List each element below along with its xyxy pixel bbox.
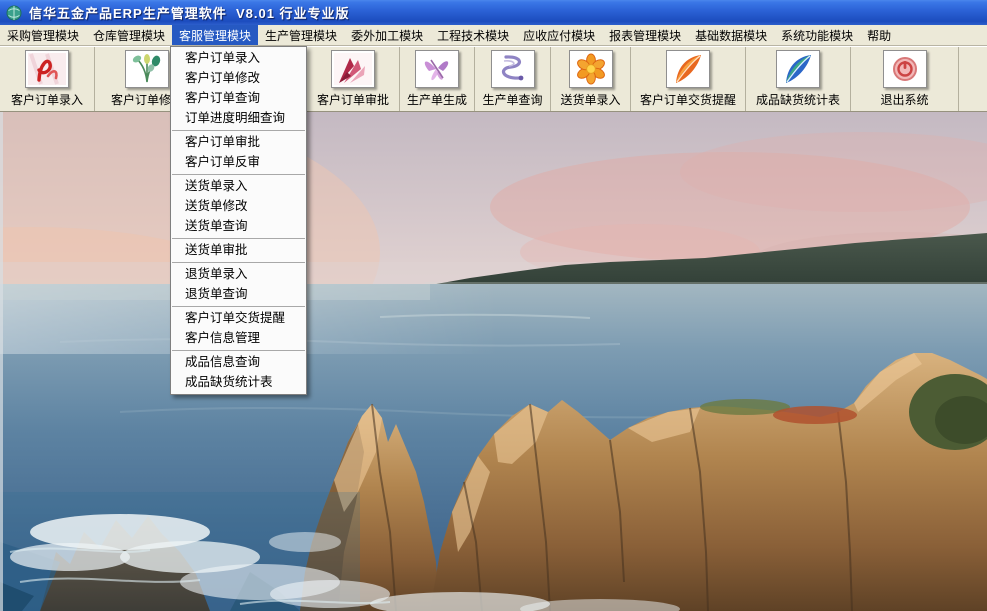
butterfly-icon [415, 50, 459, 88]
dropdown-item[interactable]: 退货单查询 [171, 284, 306, 304]
toolbar-button-label: 成品缺货统计表 [756, 91, 840, 108]
menu-separator [172, 262, 305, 263]
dropdown-item[interactable]: 客户订单查询 [171, 88, 306, 108]
menu-base-data-module[interactable]: 基础数据模块 [688, 25, 774, 45]
toolbar-button-production-order-generate[interactable]: 生产单生成 [400, 47, 475, 111]
toolbar-filler [959, 47, 986, 111]
globe-icon [6, 5, 22, 21]
dropdown-item[interactable]: 送货单修改 [171, 196, 306, 216]
dropdown-item[interactable]: 送货单查询 [171, 216, 306, 236]
titlebar: 信华五金产品ERP生产管理软件 V8.01 行业专业版 [0, 0, 987, 25]
dropdown-item[interactable]: 客户订单录入 [171, 48, 306, 68]
dropdown-item[interactable]: 订单进度明细查询 [171, 108, 306, 128]
menu-customer-service-module[interactable]: 客服管理模块 [172, 25, 258, 45]
window-title: 信华五金产品ERP生产管理软件 V8.01 行业专业版 [29, 3, 350, 22]
dropdown-item[interactable]: 客户订单交货提醒 [171, 308, 306, 328]
dropdown-item[interactable]: 客户订单审批 [171, 132, 306, 152]
toolbar-button-label: 生产单生成 [407, 91, 467, 108]
dropdown-item[interactable]: 成品缺货统计表 [171, 372, 306, 392]
dropdown-menu: 客户订单录入客户订单修改客户订单查询订单进度明细查询客户订单审批客户订单反审送货… [170, 46, 307, 395]
toolbar-button-delivery-note-entry[interactable]: 送货单录入 [551, 47, 631, 111]
toolbar-button-label: 退出系统 [880, 91, 928, 108]
menu-separator [172, 238, 305, 239]
dropdown-item[interactable]: 客户订单修改 [171, 68, 306, 88]
menu-separator [172, 306, 305, 307]
red-arrows-icon [331, 50, 375, 88]
toolbar: 客户订单录入客户订单修改客户订单审批生产单生成生产单查询送货单录入客户订单交货提… [0, 46, 987, 112]
dropdown-item[interactable]: 客户信息管理 [171, 328, 306, 348]
menu-receivables-payables-module[interactable]: 应收应付模块 [516, 25, 602, 45]
toolbar-button-customer-order-entry[interactable]: 客户订单录入 [0, 47, 95, 111]
menu-separator [172, 350, 305, 351]
menu-warehouse-module[interactable]: 仓库管理模块 [86, 25, 172, 45]
toolbar-button-exit-system[interactable]: 退出系统 [851, 47, 959, 111]
orange-flower-icon [569, 50, 613, 88]
toolbar-button-label: 生产单查询 [482, 91, 542, 108]
toolbar-button-label: 客户订单审批 [317, 91, 389, 108]
menu-reports-module[interactable]: 报表管理模块 [602, 25, 688, 45]
menu-help[interactable]: 帮助 [860, 25, 898, 45]
menu-system-module[interactable]: 系统功能模块 [774, 25, 860, 45]
menu-production-module[interactable]: 生产管理模块 [258, 25, 344, 45]
toolbar-button-label: 客户订单录入 [11, 91, 83, 108]
red-swirl-icon [25, 50, 69, 88]
dropdown-item[interactable]: 成品信息查询 [171, 352, 306, 372]
ocean-photo [0, 112, 987, 611]
orange-feather-icon [666, 50, 710, 88]
menu-purchase-module[interactable]: 采购管理模块 [0, 25, 86, 45]
toolbar-button-customer-order-delivery-reminder[interactable]: 客户订单交货提醒 [631, 47, 746, 111]
purple-ribbon-icon [491, 50, 535, 88]
menu-outsourcing-module[interactable]: 委外加工模块 [344, 25, 430, 45]
menu-separator [172, 174, 305, 175]
dropdown-item[interactable]: 送货单录入 [171, 176, 306, 196]
menu-separator [172, 130, 305, 131]
dropdown-item[interactable]: 退货单录入 [171, 264, 306, 284]
dropdown-item[interactable]: 送货单审批 [171, 240, 306, 260]
menu-engineering-module[interactable]: 工程技术模块 [430, 25, 516, 45]
toolbar-button-label: 客户订单交货提醒 [640, 91, 736, 108]
power-icon [883, 50, 927, 88]
toolbar-button-production-order-query[interactable]: 生产单查询 [475, 47, 551, 111]
menubar: 采购管理模块仓库管理模块客服管理模块生产管理模块委外加工模块工程技术模块应收应付… [0, 25, 987, 46]
workspace-background [0, 112, 987, 611]
dropdown-item[interactable]: 客户订单反审 [171, 152, 306, 172]
blue-feather-icon [776, 50, 820, 88]
toolbar-button-customer-order-approve[interactable]: 客户订单审批 [307, 47, 400, 111]
toolbar-button-label: 送货单录入 [560, 91, 620, 108]
toolbar-button-finished-goods-shortage-report[interactable]: 成品缺货统计表 [746, 47, 851, 111]
plant-icon [125, 50, 169, 88]
